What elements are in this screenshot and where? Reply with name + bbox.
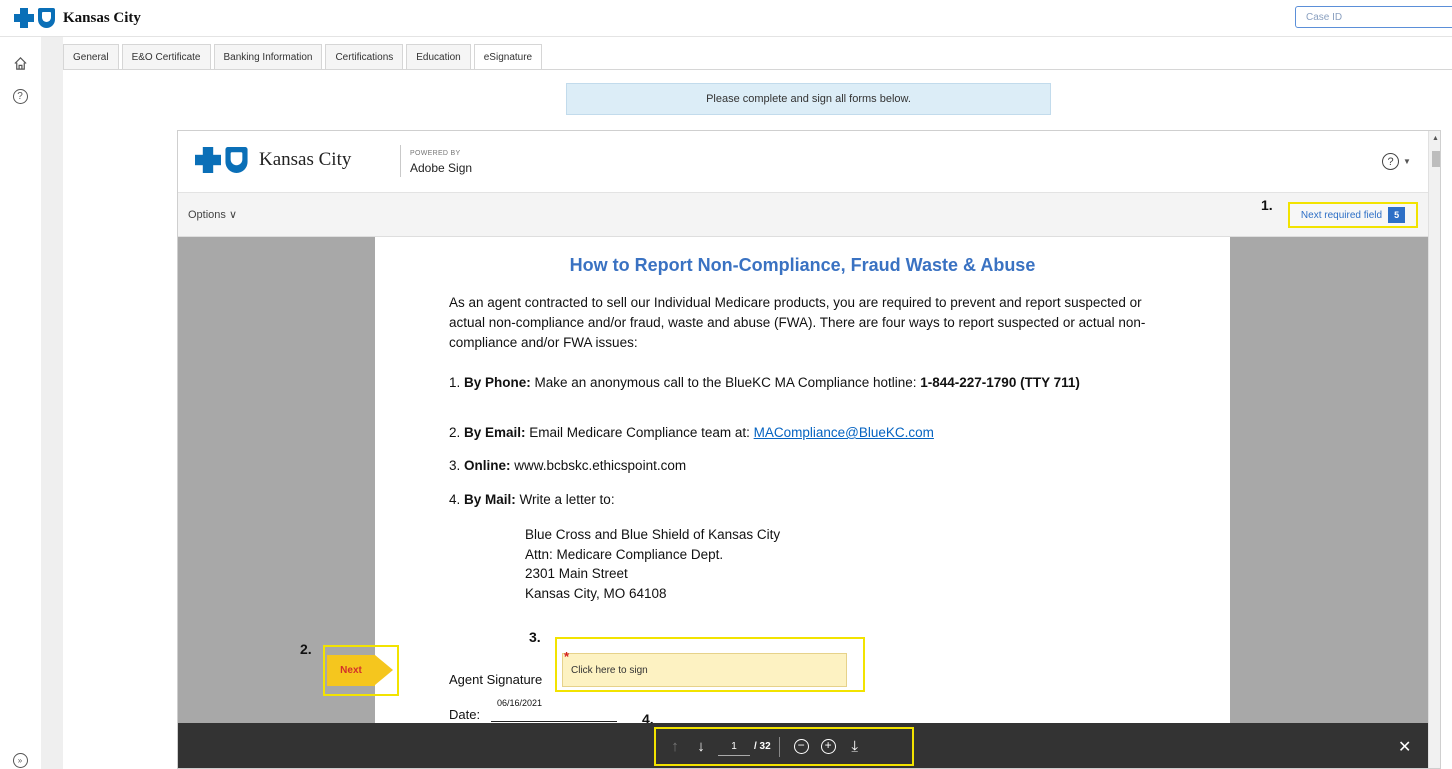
- item-text: Make an anonymous call to the BlueKC MA …: [530, 375, 921, 390]
- tab-certifications[interactable]: Certifications: [325, 44, 404, 69]
- annotation-2: 2.: [300, 641, 312, 657]
- esign-brand-name: Kansas City: [259, 149, 352, 170]
- adobe-sign-label: Adobe Sign: [410, 161, 473, 175]
- document-page: How to Report Non-Compliance, Fraud Wast…: [375, 237, 1230, 723]
- page-total: / 32: [754, 741, 771, 752]
- annotation-1: 1.: [1261, 197, 1273, 213]
- options-menu[interactable]: Options ∨: [188, 208, 237, 221]
- next-button-highlight: Next: [323, 645, 399, 696]
- viewer-toolbar: ↑ ↓ / 32 − + ⤓ ✕: [178, 723, 1428, 768]
- header-divider: [400, 145, 401, 177]
- powered-by-label: POWERED BY: [410, 150, 461, 157]
- arrow-up-icon[interactable]: ↑: [662, 738, 688, 755]
- help-icon: ?: [1382, 153, 1399, 170]
- item-label: By Email:: [464, 425, 526, 440]
- esign-brand-logo: Kansas City: [195, 147, 352, 173]
- next-button[interactable]: Next: [327, 655, 375, 686]
- left-rail: ?: [0, 37, 41, 769]
- agent-signature-label: Agent Signature: [449, 672, 543, 687]
- address-line: Kansas City, MO 64108: [525, 585, 667, 601]
- caret-down-icon: ▼: [1403, 157, 1411, 166]
- blue-cross-icon: [195, 147, 221, 173]
- scrollbar-thumb[interactable]: [1432, 151, 1440, 167]
- tab-strip: General E&O Certificate Banking Informat…: [63, 44, 545, 70]
- required-count-badge: 5: [1388, 207, 1406, 223]
- date-label: Date:: [449, 707, 481, 722]
- esign-frame: Kansas City POWERED BY Adobe Sign ? ▼ Op…: [177, 130, 1441, 769]
- instruction-banner: Please complete and sign all forms below…: [566, 83, 1051, 115]
- mailing-address: Blue Cross and Blue Shield of Kansas Cit…: [525, 525, 780, 603]
- item-text: www.bcbskc.ethicspoint.com: [510, 458, 687, 473]
- vertical-scrollbar[interactable]: ▲: [1428, 131, 1440, 768]
- top-bar: Kansas City: [0, 0, 1452, 37]
- item-text: Write a letter to:: [515, 492, 615, 507]
- blue-shield-icon: [225, 147, 248, 173]
- annotation-3: 3.: [529, 629, 541, 645]
- blue-cross-icon: [14, 8, 34, 28]
- item-number: 3.: [449, 458, 465, 473]
- document-title: How to Report Non-Compliance, Fraud Wast…: [569, 255, 1036, 275]
- item-label: By Phone:: [464, 375, 531, 390]
- date-value: 06/16/2021: [497, 698, 543, 708]
- intro-paragraph: As an agent contracted to sell our Indiv…: [449, 295, 1146, 350]
- home-icon[interactable]: [12, 55, 28, 71]
- item-number: 1.: [449, 375, 465, 390]
- report-item-email: 2. By Email: Email Medicare Compliance t…: [449, 423, 934, 443]
- tab-divider: [63, 69, 1452, 70]
- close-icon[interactable]: ✕: [1398, 737, 1411, 757]
- document-viewport[interactable]: How to Report Non-Compliance, Fraud Wast…: [178, 237, 1428, 723]
- blue-shield-icon: [38, 8, 55, 28]
- report-item-online: 3. Online: www.bcbskc.ethicspoint.com: [449, 456, 686, 476]
- brand-logo[interactable]: Kansas City: [14, 8, 141, 28]
- item-label: Online:: [464, 458, 511, 473]
- tab-general[interactable]: General: [63, 44, 119, 69]
- next-required-label: Next required field: [1300, 209, 1383, 221]
- required-asterisk: *: [564, 649, 570, 664]
- item-text: Email Medicare Compliance team at:: [525, 425, 754, 440]
- download-icon[interactable]: ⤓: [842, 738, 868, 755]
- address-line: Blue Cross and Blue Shield of Kansas Cit…: [525, 527, 781, 542]
- zoom-in-icon[interactable]: +: [820, 739, 836, 754]
- tab-eo-certificate[interactable]: E&O Certificate: [121, 44, 211, 69]
- expand-icon[interactable]: »: [12, 752, 28, 768]
- annotation-4: 4.: [642, 711, 654, 723]
- signature-field[interactable]: Click here to sign: [562, 653, 847, 687]
- signature-highlight: Click here to sign *: [555, 637, 865, 692]
- page-navigation: ↑ ↓ / 32 − + ⤓: [654, 727, 914, 766]
- address-line: 2301 Main Street: [525, 566, 628, 581]
- zoom-out-icon[interactable]: −: [793, 739, 809, 754]
- case-id-input[interactable]: [1295, 6, 1452, 28]
- arrow-down-icon[interactable]: ↓: [688, 738, 714, 755]
- report-item-mail: 4. By Mail: Write a letter to:: [449, 490, 615, 510]
- tab-banking-information[interactable]: Banking Information: [213, 44, 323, 69]
- item-number: 2.: [449, 425, 465, 440]
- esign-header: Kansas City POWERED BY Adobe Sign ? ▼: [178, 131, 1428, 193]
- item-label: By Mail:: [464, 492, 516, 507]
- item-number: 4.: [449, 492, 465, 507]
- options-bar: Options ∨ Next required field 5: [178, 193, 1428, 237]
- toolbar-divider: [778, 736, 780, 757]
- report-item-phone: 1. By Phone: Make an anonymous call to t…: [449, 373, 1149, 393]
- help-menu[interactable]: ? ▼: [1382, 153, 1411, 170]
- tab-esignature[interactable]: eSignature: [473, 44, 543, 70]
- next-required-field-button[interactable]: Next required field 5: [1288, 202, 1418, 228]
- date-underline: [491, 721, 617, 722]
- tab-education[interactable]: Education: [406, 44, 471, 69]
- next-arrow-icon: [375, 655, 393, 685]
- compliance-email-link[interactable]: MACompliance@BlueKC.com: [754, 425, 934, 440]
- address-line: Attn: Medicare Compliance Dept.: [525, 546, 724, 562]
- page-number-input[interactable]: [718, 737, 750, 756]
- rail-separator: [41, 37, 63, 769]
- scroll-up-icon[interactable]: ▲: [1432, 135, 1439, 142]
- hotline-number: 1-844-227-1790 (TTY 711): [920, 375, 1080, 390]
- help-icon[interactable]: ?: [12, 88, 28, 104]
- brand-name: Kansas City: [63, 9, 141, 26]
